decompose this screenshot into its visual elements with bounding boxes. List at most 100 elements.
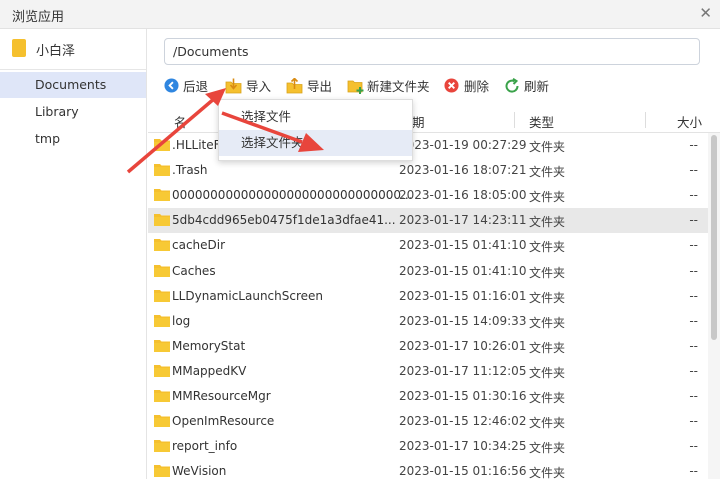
- import-icon: [225, 78, 242, 94]
- column-divider[interactable]: [514, 112, 515, 128]
- menu-item-select-folder[interactable]: 选择文件夹: [219, 130, 412, 156]
- menu-item-select-file[interactable]: 选择文件: [219, 104, 412, 130]
- scrollbar-thumb[interactable]: [711, 135, 717, 340]
- import-dropdown-menu: 选择文件 选择文件夹: [218, 99, 413, 161]
- file-name: 5db4cdd965eb0475f1de1a3dfae41...: [172, 213, 396, 228]
- modified-date: 2023-01-15 12:46:02: [399, 414, 527, 429]
- table-row[interactable]: MemoryStat 2023-01-17 10:26:01 文件夹 --: [148, 334, 708, 359]
- file-size: --: [689, 288, 698, 303]
- folder-icon: [154, 390, 170, 402]
- column-name[interactable]: 名: [174, 112, 187, 131]
- refresh-button[interactable]: 刷新: [504, 77, 550, 97]
- file-size: --: [689, 263, 698, 278]
- table-row[interactable]: report_info 2023-01-17 10:34:25 文件夹 --: [148, 434, 708, 459]
- column-size[interactable]: 大小: [677, 112, 702, 131]
- modified-date: 2023-01-17 10:34:25: [399, 439, 527, 454]
- modified-date: 2023-01-15 01:41:10: [399, 238, 527, 253]
- file-size: --: [689, 439, 698, 454]
- modified-date: 2023-01-17 14:23:11: [399, 213, 527, 228]
- table-row[interactable]: OpenImResource 2023-01-15 12:46:02 文件夹 --: [148, 409, 708, 434]
- table-row[interactable]: LLDynamicLaunchScreen 2023-01-15 01:16:01…: [148, 284, 708, 309]
- export-icon: [286, 78, 303, 94]
- file-size: --: [689, 363, 698, 378]
- file-name: .HLLiteFi: [172, 138, 223, 152]
- sidebar-item-label: Library: [35, 104, 79, 119]
- table-row[interactable]: MMResourceMgr 2023-01-15 01:30:16 文件夹 --: [148, 384, 708, 409]
- file-name: cacheDir: [172, 238, 226, 253]
- title-bar: 浏览应用 ✕: [0, 0, 720, 29]
- table-row[interactable]: 5db4cdd965eb0475f1de1a3dfae41... 2023-01-…: [148, 208, 708, 234]
- folder-icon: [154, 214, 170, 227]
- modified-date: 2023-01-17 10:26:01: [399, 338, 527, 353]
- modified-date: 2023-01-19 00:27:29: [399, 138, 527, 152]
- close-icon[interactable]: ✕: [699, 4, 712, 22]
- modified-date: 2023-01-15 01:16:01: [399, 288, 527, 303]
- file-name: report_info: [172, 439, 238, 454]
- table-row[interactable]: 000000000000000000000000000000... 2023-01…: [148, 183, 708, 208]
- table-row[interactable]: WeVision 2023-01-15 01:16:56 文件夹 --: [148, 459, 708, 479]
- file-type: 文件夹: [529, 140, 566, 154]
- delete-button[interactable]: 删除: [444, 77, 490, 97]
- file-type: 文件夹: [529, 416, 566, 431]
- file-type: 文件夹: [529, 340, 566, 355]
- path-input[interactable]: [164, 38, 700, 65]
- folder-icon: [154, 339, 170, 352]
- sidebar-item-library[interactable]: Library: [0, 99, 146, 125]
- modified-date: 2023-01-16 18:07:21: [399, 163, 527, 178]
- file-type: 文件夹: [529, 365, 566, 380]
- file-size: --: [689, 414, 698, 429]
- file-size: --: [689, 238, 698, 253]
- folder-icon: [154, 239, 170, 252]
- file-type: 文件夹: [529, 190, 566, 205]
- file-type: 文件夹: [529, 391, 566, 405]
- file-name: Caches: [172, 263, 216, 278]
- column-type[interactable]: 类型: [529, 112, 554, 131]
- back-button[interactable]: 后退: [164, 77, 210, 97]
- folder-icon: [154, 189, 170, 202]
- folder-icon: [154, 314, 170, 327]
- folder-icon: [154, 289, 170, 302]
- modified-date: 2023-01-15 01:41:10: [399, 263, 527, 278]
- delete-icon: [444, 78, 459, 93]
- app-header[interactable]: 小白泽: [0, 29, 146, 70]
- table-row[interactable]: cacheDir 2023-01-15 01:41:10 文件夹 --: [148, 233, 708, 258]
- back-icon: [164, 78, 179, 93]
- file-type: 文件夹: [529, 240, 566, 255]
- folder-icon: [154, 440, 170, 453]
- file-name: WeVision: [172, 464, 227, 479]
- file-type: 文件夹: [529, 315, 566, 330]
- table-row[interactable]: log 2023-01-15 14:09:33 文件夹 --: [148, 309, 708, 334]
- table-row[interactable]: .Trash 2023-01-16 18:07:21 文件夹 --: [148, 158, 708, 183]
- modified-date: 2023-01-17 11:12:05: [399, 363, 527, 378]
- refresh-icon: [505, 78, 519, 93]
- modified-date: 2023-01-16 18:05:00: [399, 188, 527, 203]
- table-row[interactable]: Caches 2023-01-15 01:41:10 文件夹 --: [148, 259, 708, 284]
- folder-icon: [154, 139, 170, 151]
- column-date[interactable]: 期: [412, 112, 425, 131]
- file-type: 文件夹: [529, 290, 566, 305]
- file-name: MMResourceMgr: [172, 389, 271, 403]
- file-type: 文件夹: [529, 466, 566, 479]
- sidebar-item-label: tmp: [35, 131, 61, 146]
- file-list: .HLLiteFi 2023-01-19 00:27:29 文件夹 -- .Trash 2…: [148, 133, 708, 479]
- folder-icon: [154, 164, 170, 177]
- new-folder-button[interactable]: 新建文件夹: [347, 77, 430, 97]
- file-name: LLDynamicLaunchScreen: [172, 288, 324, 303]
- file-name: .Trash: [172, 163, 208, 178]
- window-title: 浏览应用: [12, 10, 65, 25]
- folder-icon: [154, 264, 170, 277]
- table-row[interactable]: MMappedKV 2023-01-17 11:12:05 文件夹 --: [148, 359, 708, 384]
- modified-date: 2023-01-15 01:16:56: [399, 464, 527, 479]
- folder-icon: [12, 39, 26, 57]
- import-button[interactable]: 导入: [225, 77, 271, 97]
- file-name: OpenImResource: [172, 414, 275, 429]
- file-type: 文件夹: [529, 165, 566, 180]
- column-divider[interactable]: [645, 112, 646, 128]
- modified-date: 2023-01-15 14:09:33: [399, 313, 527, 328]
- sidebar-item-tmp[interactable]: tmp: [0, 126, 146, 152]
- export-button[interactable]: 导出: [286, 77, 332, 97]
- sidebar-item-documents[interactable]: Documents: [0, 72, 146, 98]
- new-folder-icon: [347, 80, 364, 94]
- vertical-scrollbar[interactable]: [708, 133, 720, 479]
- file-type: 文件夹: [529, 215, 566, 230]
